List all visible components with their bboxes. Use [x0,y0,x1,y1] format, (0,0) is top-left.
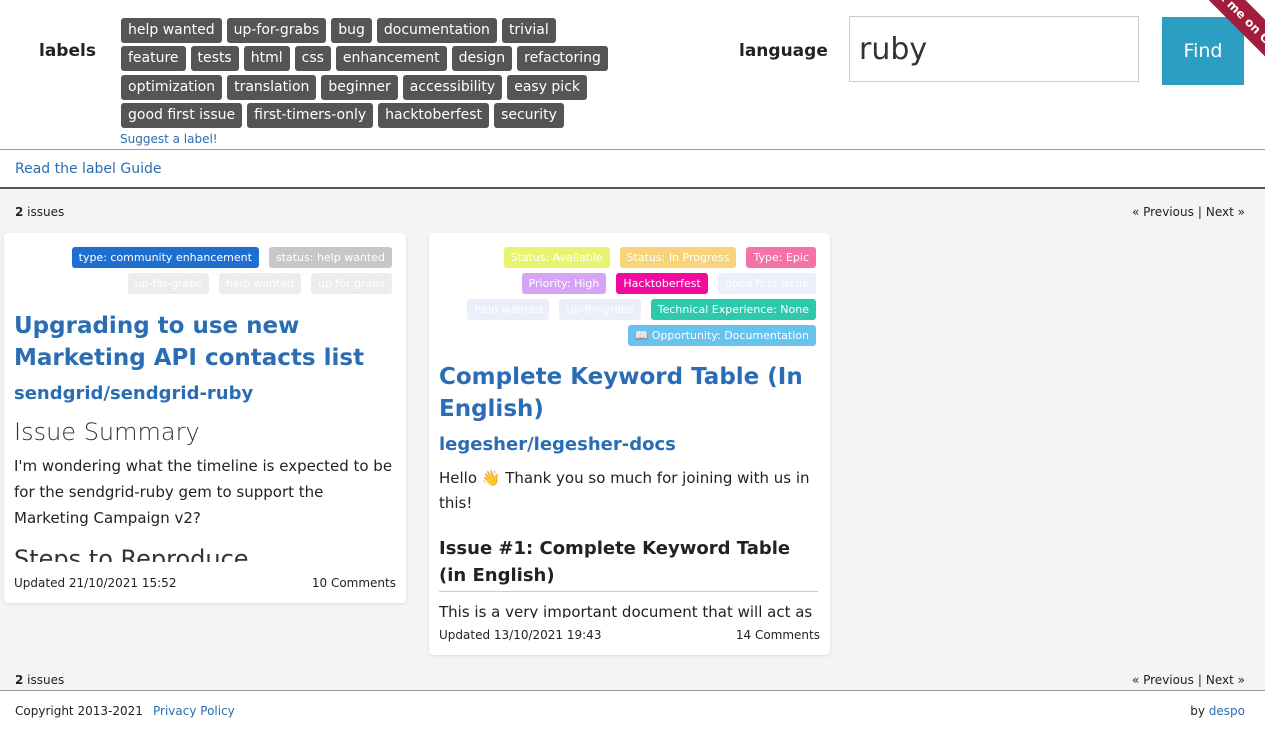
issue-footer: Updated 13/10/2021 19:43 14 Comments [439,628,820,642]
issue-body-text: Hello 👋 Thank you so much for joining wi… [439,469,810,512]
author-link[interactable]: despo [1209,704,1245,718]
label-tests[interactable]: tests [190,46,239,71]
suggest-label-link[interactable]: Suggest a label! [120,132,218,146]
issue-label[interactable]: status: help wanted [268,247,392,268]
header: labels help wanted up-for-grabs bug docu… [0,0,1265,150]
issue-label[interactable]: Status: In Progress [619,247,737,268]
label-translation[interactable]: translation [227,75,317,100]
label-optimization[interactable]: optimization [121,75,223,100]
label-html[interactable]: html [243,46,290,71]
issue-label[interactable]: up for grabs [310,273,392,294]
pager-separator: | [1197,205,1202,219]
next-link[interactable]: Next » [1206,205,1245,219]
issue-label[interactable]: good first issue [717,273,816,294]
label-guide-link[interactable]: Read the label Guide [15,161,161,177]
issue-count-suffix: issues [23,205,65,219]
card-label-row: Status: Available Status: In Progress Ty… [503,247,816,268]
card-label-row: Priority: High Hacktoberfest good first … [521,273,816,294]
label-design[interactable]: design [451,46,513,71]
label-help-wanted[interactable]: help wanted [121,18,222,43]
label-trivial[interactable]: trivial [501,18,556,43]
issue-summary-heading: Issue Summary [14,418,200,446]
label-documentation[interactable]: documentation [376,18,497,43]
copyright-text: Copyright 2013-2021 [15,704,143,718]
language-title: language [739,41,828,61]
github-ribbon[interactable]: Fork me on GitHub [1194,0,1265,79]
issue-footer: Updated 21/10/2021 15:52 10 Comments [14,576,396,590]
issue-updated: Updated 13/10/2021 19:43 [439,628,602,642]
issue-body-text: I'm wondering what the timeline is expec… [14,457,393,527]
pager-separator: | [1197,673,1202,687]
pager-bottom: « Previous | Next » [1132,673,1245,687]
card-label-row: help wanted up-for-grabs Technical Exper… [467,299,816,320]
previous-link[interactable]: « Previous [1132,205,1194,219]
card-labels: type: community enhancement status: help… [71,247,392,294]
issue-label[interactable]: help wanted [218,273,301,294]
label-feature[interactable]: feature [121,46,186,71]
issue-title-link[interactable]: Upgrading to use new Marketing API conta… [14,310,399,374]
label-enhancement[interactable]: enhancement [335,46,447,71]
issue-label[interactable]: Status: Available [503,247,610,268]
guide-bar: Read the label Guide [0,150,1265,189]
issue-updated: Updated 21/10/2021 15:52 [14,576,177,590]
issue-comments: 10 Comments [311,576,396,590]
issue-label[interactable]: up-for-grabs [127,273,209,294]
issue-count-top: 2 issues [15,205,64,219]
pager-top: « Previous | Next » [1132,205,1245,219]
issue-body-heading: Issue #1: Complete Keyword Table (in Eng… [439,535,818,592]
issue-label[interactable]: up-for-grabs [559,299,641,320]
label-good-first-issue[interactable]: good first issue [121,103,243,128]
issue-label[interactable]: type: community enhancement [71,247,259,268]
label-bug[interactable]: bug [331,18,372,43]
issue-body-more: This is a very important document that w… [439,603,813,618]
label-row-1: help wanted up-for-grabs bug documentati… [121,18,556,43]
issue-card: Status: Available Status: In Progress Ty… [429,233,830,655]
label-security[interactable]: security [494,103,564,128]
card-label-row: up-for-grabs help wanted up for grabs [127,273,392,294]
github-ribbon-wrap: Fork me on GitHub [1155,0,1265,80]
issue-count-bottom: 2 issues [15,673,64,687]
language-input[interactable] [849,16,1139,82]
label-row-3: optimization translation beginner access… [121,75,588,100]
issue-label[interactable]: Hacktoberfest [616,273,708,294]
issue-count-suffix: issues [23,673,65,687]
label-refactoring[interactable]: refactoring [517,46,608,71]
issue-comments: 14 Comments [735,628,820,642]
card-label-row: type: community enhancement status: help… [71,247,392,268]
label-easy-pick[interactable]: easy pick [507,75,588,100]
label-accessibility[interactable]: accessibility [402,75,503,100]
privacy-policy-link[interactable]: Privacy Policy [153,704,235,718]
issue-label[interactable]: help wanted [467,299,550,320]
issue-repo-link[interactable]: sendgrid/sendgrid-ruby [14,383,253,404]
issue-label[interactable]: Type: Epic [746,247,816,268]
issue-body: Hello 👋 Thank you so much for joining wi… [439,466,818,618]
issue-label[interactable]: Priority: High [521,273,607,294]
issue-label[interactable]: Technical Experience: None [650,299,816,320]
issue-cut-heading: Steps to Reproduce [14,545,249,562]
labels-title: labels [39,41,96,61]
label-beginner[interactable]: beginner [321,75,398,100]
label-hacktoberfest[interactable]: hacktoberfest [378,103,490,128]
footer: Copyright 2013-2021 Privacy Policy by de… [0,690,1265,749]
label-row-4: good first issue first-timers-only hackt… [121,103,564,128]
next-link[interactable]: Next » [1206,673,1245,687]
card-labels: Status: Available Status: In Progress Ty… [467,247,816,346]
byline: by despo [1190,704,1245,718]
label-row-2: feature tests html css enhancement desig… [121,46,608,71]
issue-label[interactable]: 📖 Opportunity: Documentation [627,325,816,346]
issue-repo-link[interactable]: legesher/legesher-docs [439,434,676,455]
label-css[interactable]: css [294,46,331,71]
byline-prefix: by [1190,704,1209,718]
issue-card: type: community enhancement status: help… [4,233,406,603]
previous-link[interactable]: « Previous [1132,673,1194,687]
card-label-row: 📖 Opportunity: Documentation [627,325,816,346]
issue-title-link[interactable]: Complete Keyword Table (In English) [439,361,824,425]
issue-body: Issue Summary I'm wondering what the tim… [14,416,394,562]
label-up-for-grabs[interactable]: up-for-grabs [226,18,327,43]
label-first-timers-only[interactable]: first-timers-only [247,103,374,128]
